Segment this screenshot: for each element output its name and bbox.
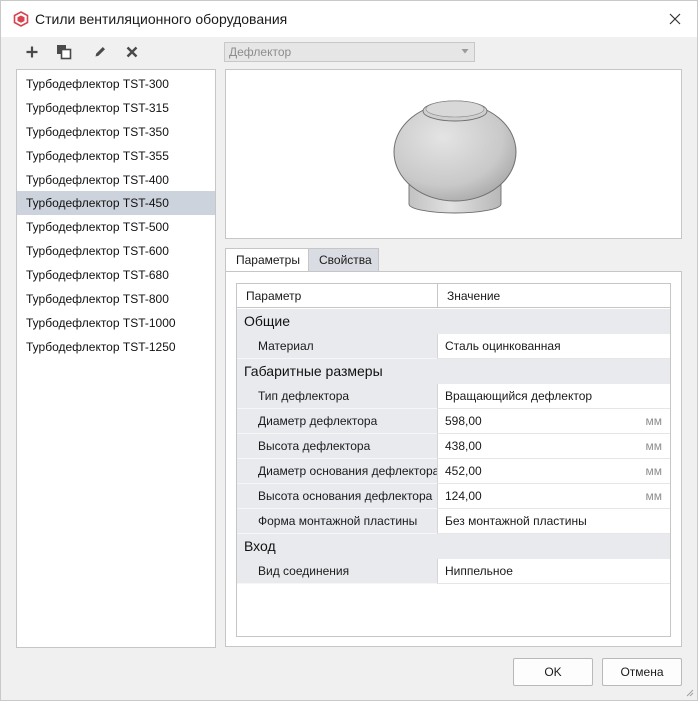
duplicate-button[interactable] <box>53 41 75 63</box>
prop-name: Тип дефлектора <box>237 384 437 409</box>
ok-button[interactable]: OK <box>513 658 593 686</box>
revit-app-icon <box>13 11 29 27</box>
prop-mounting-plate: Форма монтажной пластины Без монтажной п… <box>237 509 670 534</box>
deflector-3d-preview <box>393 100 517 214</box>
style-list: Турбодефлектор TST-300 Турбодефлектор TS… <box>16 69 216 648</box>
prop-deflector-type: Тип дефлектора Вращающийся дефлектор <box>237 384 670 409</box>
prop-material: Материал Сталь оцинкованная <box>237 334 670 359</box>
edit-icon <box>95 47 105 57</box>
prop-value[interactable]: Ниппельное <box>437 559 670 584</box>
tab-parameters[interactable]: Параметры <box>225 248 309 272</box>
prop-value[interactable]: Без монтажной пластины <box>437 509 670 534</box>
prop-deflector-height: Высота дефлектора 438,00 мм <box>237 434 670 459</box>
list-item[interactable]: Турбодефлектор TST-600 <box>17 239 215 263</box>
unit-label: мм <box>645 489 663 503</box>
group-dimensions[interactable]: Габаритные размеры <box>237 359 670 384</box>
cancel-button[interactable]: Отмена <box>602 658 682 686</box>
preview-panel <box>225 69 682 239</box>
list-item[interactable]: Турбодефлектор TST-355 <box>17 144 215 168</box>
unit-label: мм <box>645 414 663 428</box>
dialog-window: Стили вентиляционного оборудования Дефле… <box>0 0 698 701</box>
header-value: Значение <box>437 284 670 308</box>
equipment-type-select: Дефлектор <box>224 42 475 62</box>
list-item[interactable]: Турбодефлектор TST-350 <box>17 120 215 144</box>
list-item[interactable]: Турбодефлектор TST-1000 <box>17 311 215 335</box>
grid-header: Параметр Значение <box>237 284 670 308</box>
prop-value[interactable]: Вращающийся дефлектор <box>437 384 670 409</box>
list-item[interactable]: Турбодефлектор TST-500 <box>17 215 215 239</box>
prop-name: Материал <box>237 334 437 359</box>
prop-name: Диаметр дефлектора <box>237 409 437 434</box>
list-item[interactable]: Турбодефлектор TST-800 <box>17 287 215 311</box>
prop-connection-type: Вид соединения Ниппельное <box>237 559 670 584</box>
header-parameter: Параметр <box>246 289 302 303</box>
list-item-selected[interactable]: Турбодефлектор TST-450 <box>17 191 215 215</box>
title-bar: Стили вентиляционного оборудования <box>1 1 697 37</box>
property-grid: Параметр Значение Общие Материал Сталь о… <box>236 283 671 637</box>
close-icon <box>669 13 681 25</box>
prop-name: Вид соединения <box>237 559 437 584</box>
unit-label: мм <box>645 464 663 478</box>
list-item[interactable]: Турбодефлектор TST-400 <box>17 168 215 192</box>
list-item[interactable]: Турбодефлектор TST-680 <box>17 263 215 287</box>
prop-name: Высота дефлектора <box>237 434 437 459</box>
add-icon <box>26 46 38 58</box>
unit-label: мм <box>645 439 663 453</box>
duplicate-icon <box>57 45 72 60</box>
prop-base-height: Высота основания дефлектора 124,00 мм <box>237 484 670 509</box>
list-item[interactable]: Турбодефлектор TST-315 <box>17 96 215 120</box>
prop-name: Диаметр основания дефлектора <box>237 459 437 484</box>
add-button[interactable] <box>21 41 43 63</box>
prop-value[interactable]: 438,00 мм <box>437 434 670 459</box>
chevron-down-icon <box>461 49 469 54</box>
close-button[interactable] <box>653 1 697 37</box>
prop-base-diameter: Диаметр основания дефлектора 452,00 мм <box>237 459 670 484</box>
delete-icon <box>126 46 138 58</box>
edit-button[interactable] <box>89 41 111 63</box>
equipment-type-value: Дефлектор <box>229 45 292 59</box>
prop-name: Форма монтажной пластины <box>237 509 437 534</box>
delete-button[interactable] <box>121 41 143 63</box>
resize-grip-icon[interactable] <box>684 687 694 697</box>
prop-value[interactable]: Сталь оцинкованная <box>437 334 670 359</box>
list-item[interactable]: Турбодефлектор TST-300 <box>17 72 215 96</box>
group-general[interactable]: Общие <box>237 309 670 334</box>
prop-value[interactable]: 598,00 мм <box>437 409 670 434</box>
tab-properties[interactable]: Свойства <box>308 248 379 272</box>
list-item[interactable]: Турбодефлектор TST-1250 <box>17 335 215 359</box>
group-inlet[interactable]: Вход <box>237 534 670 559</box>
prop-deflector-diameter: Диаметр дефлектора 598,00 мм <box>237 409 670 434</box>
prop-name: Высота основания дефлектора <box>237 484 437 509</box>
prop-value[interactable]: 124,00 мм <box>437 484 670 509</box>
prop-value[interactable]: 452,00 мм <box>437 459 670 484</box>
window-title: Стили вентиляционного оборудования <box>35 11 288 27</box>
